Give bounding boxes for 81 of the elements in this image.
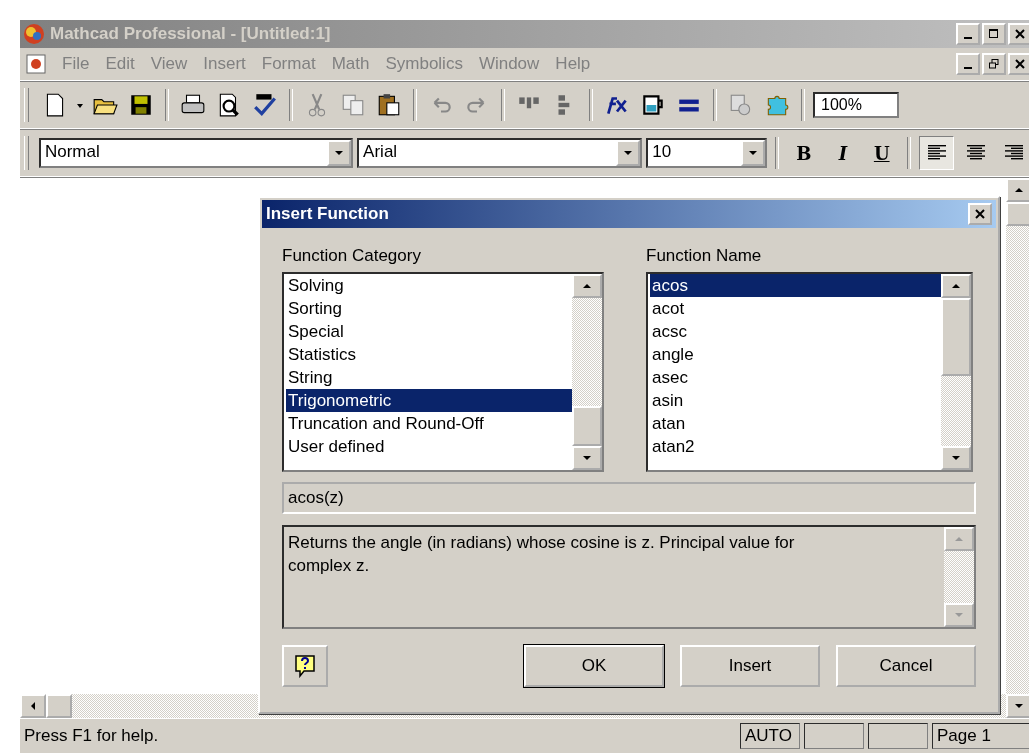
status-mode: AUTO [740,723,800,749]
category-item[interactable]: Special [286,320,572,343]
status-field [804,723,864,749]
category-item[interactable]: Sorting [286,297,572,320]
down-arrow-icon[interactable] [1014,703,1024,709]
category-item[interactable]: String [286,366,572,389]
category-item[interactable]: Truncation and Round-Off [286,412,572,435]
underline-button[interactable]: U [864,137,900,169]
function-item[interactable]: acot [650,297,941,320]
close-icon [1015,29,1025,39]
help-icon [294,654,316,678]
maximize-button[interactable] [982,23,1006,45]
left-arrow-icon[interactable] [30,701,36,711]
app-icon [22,23,46,45]
function-item[interactable]: acsc [650,320,941,343]
scroll-thumb[interactable] [46,694,72,718]
function-item[interactable]: asin [650,389,941,412]
align-left-button[interactable] [919,136,955,170]
help-button[interactable] [282,645,328,687]
down-arrow-icon[interactable] [951,455,961,461]
status-message: Press F1 for help. [23,726,160,746]
close-icon [1015,59,1025,69]
spell-check-icon[interactable] [252,92,278,118]
description-text: Returns the angle (in radians) whose cosine is z. Principal value for complex z. [287,532,796,577]
bold-button[interactable]: B [786,137,822,169]
maximize-icon [989,29,999,39]
function-name-label: Function Name [646,246,763,266]
caret-icon [623,150,634,156]
minimize-button[interactable] [956,53,980,75]
dialog-title: Insert Function [266,204,389,224]
ok-button[interactable]: OK [524,645,664,687]
scroll-thumb[interactable] [1006,202,1029,226]
list-scrollbar[interactable] [941,274,971,470]
document-icon[interactable] [26,54,46,74]
font-size-dropdown[interactable]: 10 [646,138,767,168]
zoom-field[interactable]: 100% [813,92,899,118]
up-arrow-icon[interactable] [951,283,961,289]
minimize-icon [964,37,972,39]
scroll-thumb[interactable] [572,406,602,446]
function-item[interactable]: atan [650,412,941,435]
align-right-icon [1004,145,1025,161]
align-left-icon [926,145,947,161]
scroll-thumb[interactable] [941,298,971,376]
style-dropdown[interactable]: Normal [38,138,354,168]
insert-button[interactable]: Insert [680,645,820,687]
font-dropdown[interactable]: Arial [357,138,643,168]
cup-icon[interactable] [640,92,666,118]
copy-icon[interactable] [340,92,366,118]
category-item[interactable]: User defined [286,435,572,458]
up-arrow-icon[interactable] [1014,187,1024,193]
close-button[interactable] [1008,23,1029,45]
restore-icon [989,59,999,69]
list-scrollbar[interactable] [572,274,602,470]
status-field [868,723,928,749]
window-title: Mathcad Professional - [Untitled:1] [50,24,331,44]
close-icon [975,209,985,219]
restore-button[interactable] [982,53,1006,75]
close-button[interactable] [968,203,992,225]
category-label: Function Category [282,246,422,266]
minimize-button[interactable] [956,23,980,45]
italic-button[interactable]: I [825,137,861,169]
minimize-icon [964,67,972,69]
function-item[interactable]: atan2 [650,435,941,458]
down-arrow-icon[interactable] [582,455,592,461]
category-item[interactable]: Statistics [286,343,572,366]
status-page: Page 1 [932,723,1029,749]
up-arrow-icon[interactable] [582,283,592,289]
function-item[interactable]: acos [650,274,941,297]
function-item[interactable]: angle [650,343,941,366]
paste-icon[interactable] [376,92,402,118]
category-item[interactable]: Trigonometric [286,389,572,412]
close-button[interactable] [1008,53,1029,75]
caret-icon [747,150,758,156]
save-icon[interactable] [128,92,154,118]
align-center-icon [965,145,986,161]
caret-icon [334,150,345,156]
function-item[interactable]: asec [650,366,941,389]
category-item[interactable]: Solving [286,274,572,297]
syntax-field: acos(z) [282,482,976,514]
vertical-scrollbar[interactable] [1006,178,1029,718]
cancel-button[interactable]: Cancel [836,645,976,687]
